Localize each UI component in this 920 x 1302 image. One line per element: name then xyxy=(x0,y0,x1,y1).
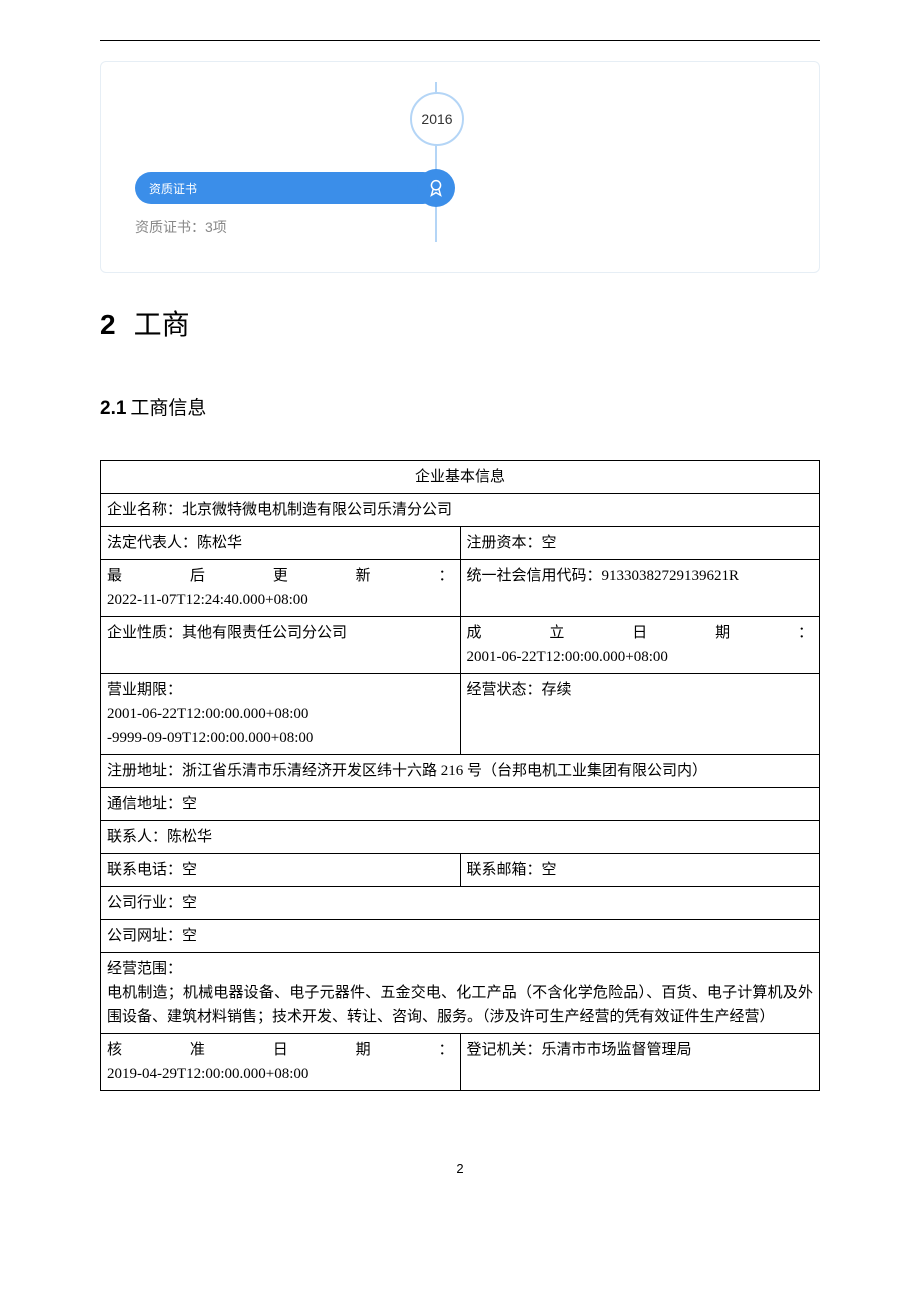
timeline-card: 2016 资质证书 资质证书：3项 xyxy=(100,61,820,273)
timeline-year: 2016 xyxy=(421,111,452,127)
label-reg-capital: 注册资本： xyxy=(467,535,542,551)
certificate-pill-label: 资质证书 xyxy=(149,180,197,197)
value-term-end: -9999-09-09T12:00:00.000+08:00 xyxy=(107,726,454,750)
value-company-name: 北京微特微电机制造有限公司乐清分公司 xyxy=(182,502,452,518)
subsection-title: 工商信息 xyxy=(130,398,206,419)
company-info-table: 企业基本信息 企业名称：北京微特微电机制造有限公司乐清分公司 法定代表人：陈松华… xyxy=(100,460,820,1091)
row-company-name: 企业名称：北京微特微电机制造有限公司乐清分公司 xyxy=(101,494,820,527)
row-contact: 联系人：陈松华 xyxy=(101,821,820,854)
value-legal-rep: 陈松华 xyxy=(197,535,242,551)
value-status: 存续 xyxy=(542,682,572,698)
value-mail-address: 空 xyxy=(182,796,197,812)
label-legal-rep: 法定代表人： xyxy=(107,535,197,551)
value-business-scope: 电机制造；机械电器设备、电子元器件、五金交电、化工产品（不含化学危险品）、百货、… xyxy=(107,981,813,1029)
row-establish-date: 成立日期： 2001-06-22T12:00:00.000+08:00 xyxy=(460,617,820,674)
label-website: 公司网址： xyxy=(107,928,182,944)
label-status: 经营状态： xyxy=(467,682,542,698)
label-reg-org: 登记机关： xyxy=(467,1042,542,1058)
row-business-scope: 经营范围： 电机制造；机械电器设备、电子元器件、五金交电、化工产品（不含化学危险… xyxy=(101,953,820,1034)
section-heading: 2 工商 xyxy=(100,303,820,343)
section-number: 2 xyxy=(100,309,116,340)
value-approval-date: 2019-04-29T12:00:00.000+08:00 xyxy=(107,1062,454,1086)
value-nature: 其他有限责任公司分公司 xyxy=(182,625,347,641)
medal-icon xyxy=(417,169,455,207)
value-reg-capital: 空 xyxy=(542,535,557,551)
label-phone: 联系电话： xyxy=(107,862,182,878)
row-legal-rep: 法定代表人：陈松华 xyxy=(101,527,461,560)
value-uscc: 91330382729139621R xyxy=(602,568,740,584)
row-reg-capital: 注册资本：空 xyxy=(460,527,820,560)
row-website: 公司网址：空 xyxy=(101,920,820,953)
row-uscc: 统一社会信用代码：91330382729139621R xyxy=(460,560,820,617)
table-header: 企业基本信息 xyxy=(101,461,820,494)
certificate-count: 资质证书：3项 xyxy=(135,217,227,237)
label-term: 营业期限： xyxy=(107,678,454,702)
value-reg-address: 浙江省乐清市乐清经济开发区纬十六路 216 号（台邦电机工业集团有限公司内） xyxy=(182,763,707,779)
row-term: 营业期限： 2001-06-22T12:00:00.000+08:00 -999… xyxy=(101,674,461,755)
row-mail-address: 通信地址：空 xyxy=(101,788,820,821)
row-approval-date: 核准日期： 2019-04-29T12:00:00.000+08:00 xyxy=(101,1034,461,1091)
label-nature: 企业性质： xyxy=(107,625,182,641)
label-email: 联系邮箱： xyxy=(467,862,542,878)
page-number: 2 xyxy=(100,1161,820,1176)
row-reg-org: 登记机关：乐清市市场监督管理局 xyxy=(460,1034,820,1091)
row-industry: 公司行业：空 xyxy=(101,887,820,920)
label-reg-address: 注册地址： xyxy=(107,763,182,779)
value-industry: 空 xyxy=(182,895,197,911)
subsection-number: 2.1 xyxy=(100,398,126,419)
timeline-year-bubble: 2016 xyxy=(410,92,464,146)
row-phone: 联系电话：空 xyxy=(101,854,461,887)
label-business-scope: 经营范围： xyxy=(107,957,813,981)
row-status: 经营状态：存续 xyxy=(460,674,820,755)
label-industry: 公司行业： xyxy=(107,895,182,911)
value-contact: 陈松华 xyxy=(167,829,212,845)
value-last-update: 2022-11-07T12:24:40.000+08:00 xyxy=(107,588,454,612)
subsection-heading: 2.1工商信息 xyxy=(100,393,820,420)
label-contact: 联系人： xyxy=(107,829,167,845)
header-rule xyxy=(100,40,820,41)
row-nature: 企业性质：其他有限责任公司分公司 xyxy=(101,617,461,674)
row-reg-address: 注册地址：浙江省乐清市乐清经济开发区纬十六路 216 号（台邦电机工业集团有限公… xyxy=(101,755,820,788)
label-uscc: 统一社会信用代码： xyxy=(467,568,602,584)
value-reg-org: 乐清市市场监督管理局 xyxy=(542,1042,692,1058)
label-mail-address: 通信地址： xyxy=(107,796,182,812)
value-phone: 空 xyxy=(182,862,197,878)
row-last-update: 最后更新： 2022-11-07T12:24:40.000+08:00 xyxy=(101,560,461,617)
row-email: 联系邮箱：空 xyxy=(460,854,820,887)
label-company-name: 企业名称： xyxy=(107,502,182,518)
value-website: 空 xyxy=(182,928,197,944)
certificate-pill: 资质证书 xyxy=(135,172,439,204)
value-email: 空 xyxy=(542,862,557,878)
value-establish-date: 2001-06-22T12:00:00.000+08:00 xyxy=(467,645,814,669)
value-term-start: 2001-06-22T12:00:00.000+08:00 xyxy=(107,702,454,726)
section-title: 工商 xyxy=(134,310,190,341)
